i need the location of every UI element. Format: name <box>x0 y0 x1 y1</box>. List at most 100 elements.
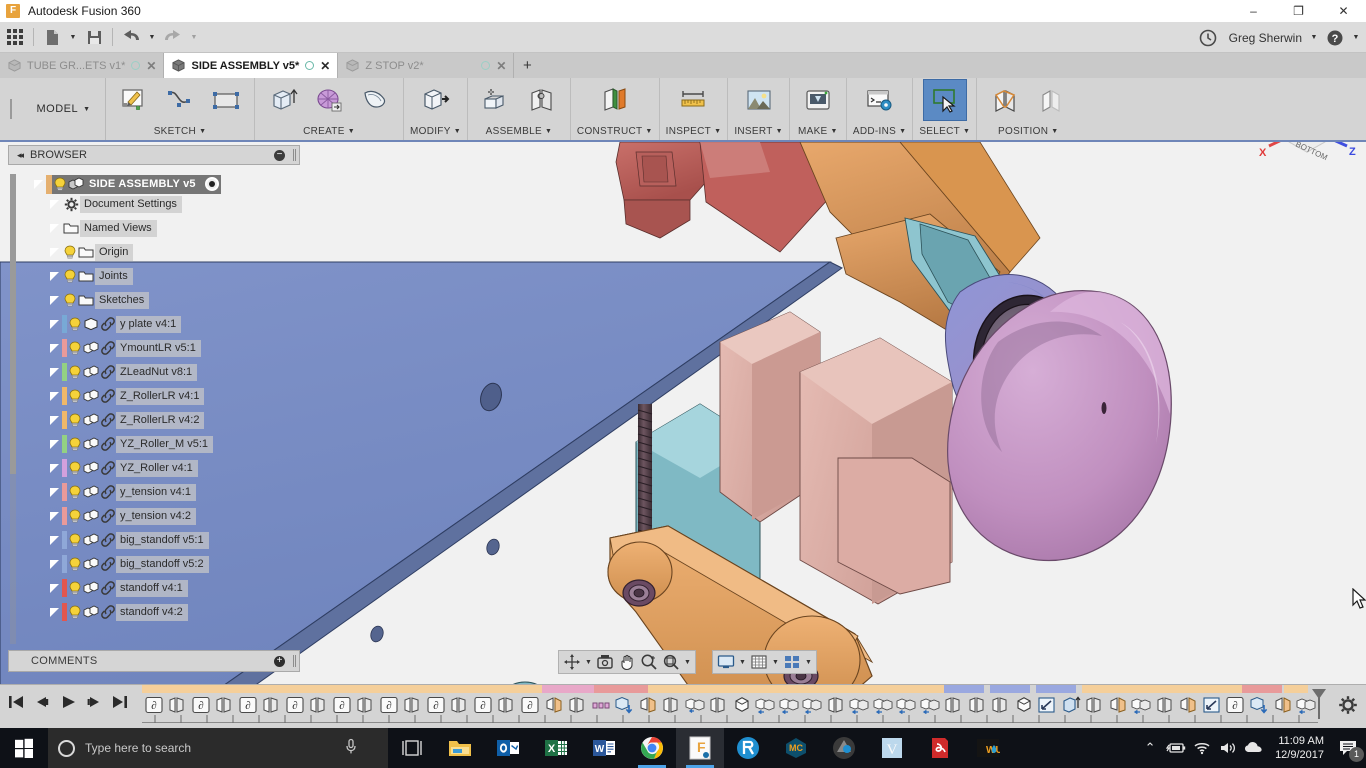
timeline-feature-move-icon[interactable] <box>542 693 566 717</box>
spline-icon[interactable] <box>158 79 202 121</box>
expand-arrow-icon[interactable] <box>46 362 62 382</box>
tray-chevron-icon[interactable]: ⌃ <box>1137 740 1163 756</box>
3d-print-icon[interactable] <box>796 79 840 121</box>
job-status-icon[interactable] <box>1193 25 1223 51</box>
expand-arrow-icon[interactable] <box>46 506 62 526</box>
timeline-feature-joint-icon[interactable] <box>213 693 237 717</box>
cortana-circle-icon[interactable] <box>58 739 75 757</box>
light-bulb-icon[interactable] <box>62 268 77 284</box>
tree-node-big-standoff-v5-2[interactable]: big_standoff v5:2 <box>46 554 209 574</box>
new-document-icon[interactable] <box>37 24 67 50</box>
timeline-feature-joint-icon[interactable] <box>706 693 730 717</box>
tree-node-sketches[interactable]: Sketches <box>46 290 150 310</box>
undo-icon[interactable] <box>116 24 146 50</box>
light-bulb-icon[interactable] <box>67 532 82 548</box>
timeline-feature-component-icon[interactable] <box>1012 693 1036 717</box>
timeline-feature-joint-icon[interactable] <box>965 693 989 717</box>
help-icon[interactable]: ? <box>1320 25 1350 51</box>
search-input[interactable]: Type here to search <box>48 728 388 768</box>
timeline-feature-joint-icon[interactable] <box>495 693 519 717</box>
sculpt-icon[interactable] <box>353 79 397 121</box>
battery-icon[interactable] <box>1163 741 1189 755</box>
select-window-icon[interactable] <box>922 79 967 121</box>
new-component-icon[interactable] <box>474 79 518 121</box>
expand-arrow-icon[interactable] <box>46 218 62 238</box>
measure-icon[interactable] <box>671 79 715 121</box>
expand-arrow-icon[interactable] <box>46 314 62 334</box>
timeline-feature-as-built-joint-icon[interactable] <box>871 693 895 717</box>
action-center-icon[interactable]: 1 <box>1332 728 1366 768</box>
orbit-caret-icon[interactable]: ▼ <box>583 651 594 673</box>
timeline-feature-joint-icon[interactable] <box>565 693 589 717</box>
viewports-caret-icon[interactable]: ▼ <box>803 651 814 673</box>
tree-node-standoff-v4-1[interactable]: standoff v4:1 <box>46 578 188 598</box>
expand-arrow-icon[interactable] <box>46 482 62 502</box>
step-back-icon[interactable] <box>30 689 54 715</box>
expand-arrow-icon[interactable] <box>46 386 62 406</box>
ribbon-group-label-insert[interactable]: INSERT ▼ <box>734 122 783 140</box>
tree-root-row[interactable]: SIDE ASSEMBLY v5 <box>46 174 221 194</box>
timeline-feature-sketch-icon[interactable]: ∂ <box>471 693 495 717</box>
timeline-feature-sketch-icon[interactable]: ∂ <box>424 693 448 717</box>
tree-node-root[interactable]: SIDE ASSEMBLY v5 <box>30 174 221 194</box>
chrome-icon[interactable] <box>628 728 676 768</box>
expand-arrow-icon[interactable] <box>46 266 62 286</box>
rectangle-icon[interactable] <box>204 79 248 121</box>
light-bulb-icon[interactable] <box>67 460 82 476</box>
microphone-icon[interactable] <box>344 738 358 758</box>
undo-caret-icon[interactable]: ▼ <box>146 24 158 50</box>
tree-node-y-plate-v4-1[interactable]: y plate v4:1 <box>46 314 182 334</box>
timeline-feature-sketch-icon[interactable]: ∂ <box>377 693 401 717</box>
extrude-icon[interactable] <box>261 79 305 121</box>
expand-arrow-icon[interactable] <box>46 242 62 262</box>
expand-arrow-icon[interactable] <box>46 290 62 310</box>
ribbon-group-label-sketch[interactable]: SKETCH ▼ <box>154 122 207 140</box>
display-settings-caret-icon[interactable]: ▼ <box>737 651 748 673</box>
activate-radio-icon[interactable] <box>204 177 219 191</box>
user-caret-icon[interactable]: ▼ <box>1308 25 1320 51</box>
tree-node-zleadnut-v8-1[interactable]: ZLeadNut v8:1 <box>46 362 198 382</box>
ribbon-group-label-addins[interactable]: ADD-INS ▼ <box>853 122 906 140</box>
tree-node-z-rollerlr-v4-2[interactable]: Z_RollerLR v4:2 <box>46 410 205 430</box>
tree-node-y-tension-v4-1[interactable]: y_tension v4:1 <box>46 482 196 502</box>
timeline-feature-revolve-icon[interactable] <box>1036 693 1060 717</box>
timeline-feature-pattern-icon[interactable] <box>589 693 613 717</box>
timeline-feature-move-icon[interactable] <box>1177 693 1201 717</box>
expand-arrow-icon[interactable] <box>46 554 62 574</box>
user-name[interactable]: Greg Sherwin <box>1229 31 1302 45</box>
word-icon[interactable]: W <box>580 728 628 768</box>
timeline-feature-joint-icon[interactable] <box>260 693 284 717</box>
timeline-feature-joint-icon[interactable] <box>354 693 378 717</box>
ribbon-group-label-assemble[interactable]: ASSEMBLE ▼ <box>486 122 553 140</box>
expand-arrow-icon[interactable] <box>46 530 62 550</box>
zoom-icon[interactable] <box>638 651 660 673</box>
save-icon[interactable] <box>79 24 109 50</box>
workspace-switcher-button[interactable]: MODEL ▼ <box>22 78 106 140</box>
grid-snap-caret-icon[interactable]: ▼ <box>770 651 781 673</box>
timeline-feature-sketch-icon[interactable]: ∂ <box>236 693 260 717</box>
timeline-feature-sketch-icon[interactable]: ∂ <box>283 693 307 717</box>
pan-icon[interactable] <box>616 651 638 673</box>
expand-arrow-icon[interactable] <box>46 458 62 478</box>
step-forward-icon[interactable] <box>82 689 106 715</box>
create-sketch-icon[interactable] <box>112 79 156 121</box>
tree-node-yz-roller-m-v5-1[interactable]: YZ_Roller_M v5:1 <box>46 434 214 454</box>
outlook-icon[interactable] <box>484 728 532 768</box>
scripts-addins-icon[interactable] <box>858 79 902 121</box>
fit-caret-icon[interactable]: ▼ <box>682 651 693 673</box>
wifi-icon[interactable] <box>1189 741 1215 755</box>
tree-node-document-settings[interactable]: Document Settings <box>46 194 182 214</box>
tree-node-big-standoff-v5-1[interactable]: big_standoff v5:1 <box>46 530 209 550</box>
timeline-feature-insert-mcmaster-icon[interactable] <box>1247 693 1271 717</box>
new-document-tab-button[interactable]: + <box>514 53 540 78</box>
document-tab-tube-grommets[interactable]: TUBE GR...ETS v1* ✕ <box>0 53 165 78</box>
timeline-feature-as-built-joint-icon[interactable] <box>753 693 777 717</box>
new-document-caret-icon[interactable]: ▼ <box>67 24 79 50</box>
pdf-icon[interactable] <box>916 728 964 768</box>
timeline-feature-as-built-joint-icon[interactable] <box>895 693 919 717</box>
ribbon-group-label-modify[interactable]: MODIFY ▼ <box>410 122 461 140</box>
timeline-feature-as-built-joint-icon[interactable] <box>918 693 942 717</box>
timeline-feature-joint-icon[interactable] <box>1083 693 1107 717</box>
expand-arrow-icon[interactable] <box>46 194 62 214</box>
browser-collapse-icon[interactable]: − <box>274 149 285 161</box>
